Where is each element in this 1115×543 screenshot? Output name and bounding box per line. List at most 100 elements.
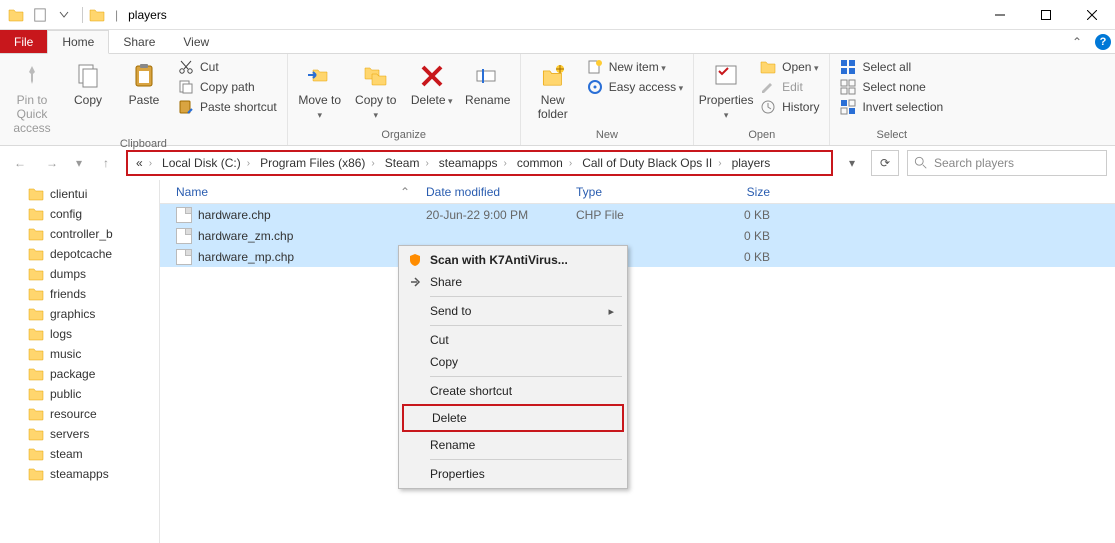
tree-item[interactable]: steamapps: [0, 464, 159, 484]
cm-rename[interactable]: Rename: [402, 434, 624, 456]
copy-path-icon: [178, 79, 194, 95]
collapse-ribbon-button[interactable]: ⌃: [1063, 30, 1091, 53]
edit-button[interactable]: Edit: [756, 78, 823, 96]
cut-button[interactable]: Cut: [174, 58, 281, 76]
paste-shortcut-icon: [178, 99, 194, 115]
delete-x-icon: [419, 60, 445, 92]
tab-view[interactable]: View: [169, 30, 223, 53]
tree-item[interactable]: servers: [0, 424, 159, 444]
select-all-button[interactable]: Select all: [836, 58, 947, 76]
tree-item[interactable]: friends: [0, 284, 159, 304]
cm-copy[interactable]: Copy: [402, 351, 624, 373]
tree-item[interactable]: steam: [0, 444, 159, 464]
cm-send-to[interactable]: Send to: [402, 300, 624, 322]
breadcrumb-item[interactable]: Steam›: [381, 156, 433, 170]
copy-to-button[interactable]: Copy to: [350, 58, 402, 124]
column-name[interactable]: Name ⌃: [168, 185, 418, 199]
cm-delete[interactable]: Delete: [404, 406, 622, 430]
folder-icon: [28, 426, 44, 442]
tab-file[interactable]: File: [0, 30, 47, 53]
folder-icon: [28, 446, 44, 462]
file-icon: [176, 249, 192, 265]
up-button[interactable]: ↑: [94, 151, 118, 175]
copy-button[interactable]: Copy: [62, 58, 114, 110]
cm-separator: [430, 296, 622, 297]
tree-item[interactable]: clientui: [0, 184, 159, 204]
breadcrumb-item[interactable]: players: [728, 156, 775, 170]
breadcrumb-overflow[interactable]: « ›: [132, 156, 156, 170]
cm-properties[interactable]: Properties: [402, 463, 624, 485]
tab-home[interactable]: Home: [47, 30, 109, 54]
tree-item[interactable]: public: [0, 384, 159, 404]
cm-scan[interactable]: Scan with K7AntiVirus...: [402, 249, 624, 271]
tree-item[interactable]: depotcache: [0, 244, 159, 264]
qat-button-2[interactable]: [53, 4, 75, 26]
address-dropdown[interactable]: ▾: [841, 152, 863, 174]
group-label-new: New: [527, 128, 687, 143]
tab-share[interactable]: Share: [109, 30, 169, 53]
tree-item[interactable]: graphics: [0, 304, 159, 324]
tree-item[interactable]: controller_b: [0, 224, 159, 244]
search-input[interactable]: [934, 156, 1100, 170]
address-bar[interactable]: « › Local Disk (C:)› Program Files (x86)…: [126, 150, 833, 176]
back-button[interactable]: ←: [8, 151, 32, 175]
column-size[interactable]: Size: [688, 185, 778, 199]
recent-locations-button[interactable]: ▾: [72, 151, 86, 175]
column-type[interactable]: Type: [568, 185, 688, 199]
group-select: Select all Select none Invert selection …: [830, 54, 953, 145]
breadcrumb-item[interactable]: Call of Duty Black Ops II›: [578, 156, 725, 170]
qat-button-1[interactable]: [29, 4, 51, 26]
folder-icon: [28, 266, 44, 282]
select-none-button[interactable]: Select none: [836, 78, 947, 96]
tree-item[interactable]: music: [0, 344, 159, 364]
new-folder-button[interactable]: New folder: [527, 58, 579, 124]
close-button[interactable]: [1069, 0, 1115, 30]
paste-button[interactable]: Paste: [118, 58, 170, 110]
cm-share[interactable]: Share: [402, 271, 624, 293]
sidebar-tree[interactable]: clientui config controller_b depotcache …: [0, 180, 160, 543]
invert-selection-icon: [840, 99, 856, 115]
open-button[interactable]: Open: [756, 58, 823, 76]
invert-selection-button[interactable]: Invert selection: [836, 98, 947, 116]
easy-access-button[interactable]: Easy access: [583, 78, 687, 96]
file-row[interactable]: hardware_mp.chp 0 KB: [160, 246, 1115, 267]
tree-item[interactable]: dumps: [0, 264, 159, 284]
cm-cut[interactable]: Cut: [402, 329, 624, 351]
paste-shortcut-button[interactable]: Paste shortcut: [174, 98, 281, 116]
minimize-button[interactable]: [977, 0, 1023, 30]
breadcrumb-item[interactable]: common›: [513, 156, 576, 170]
move-to-button[interactable]: Move to: [294, 58, 346, 124]
cm-create-shortcut[interactable]: Create shortcut: [402, 380, 624, 402]
copy-path-button[interactable]: Copy path: [174, 78, 281, 96]
breadcrumb-item[interactable]: Program Files (x86)›: [256, 156, 379, 170]
easy-access-icon: [587, 79, 603, 95]
file-row[interactable]: hardware_zm.chp 0 KB: [160, 225, 1115, 246]
properties-button[interactable]: Properties: [700, 58, 752, 124]
tree-item[interactable]: logs: [0, 324, 159, 344]
tree-item[interactable]: config: [0, 204, 159, 224]
breadcrumb-item[interactable]: steamapps›: [435, 156, 511, 170]
refresh-button[interactable]: ⟳: [871, 150, 899, 176]
column-headers[interactable]: Name ⌃ Date modified Type Size: [160, 180, 1115, 204]
cm-delete-highlight: Delete: [402, 404, 624, 432]
new-item-button[interactable]: New item: [583, 58, 687, 76]
folder-icon: [8, 7, 24, 23]
group-new: New folder New item Easy access New: [521, 54, 694, 145]
delete-button[interactable]: Delete: [406, 58, 458, 110]
pin-to-quick-access-button[interactable]: Pin to Quick access: [6, 58, 58, 137]
column-date[interactable]: Date modified: [418, 185, 568, 199]
search-box[interactable]: [907, 150, 1107, 176]
tree-item[interactable]: resource: [0, 404, 159, 424]
select-none-icon: [840, 79, 856, 95]
maximize-button[interactable]: [1023, 0, 1069, 30]
folder-icon: [28, 186, 44, 202]
breadcrumb-item[interactable]: Local Disk (C:)›: [158, 156, 254, 170]
file-list-pane[interactable]: Name ⌃ Date modified Type Size hardware.…: [160, 180, 1115, 543]
help-button[interactable]: ?: [1091, 30, 1115, 53]
tree-item[interactable]: package: [0, 364, 159, 384]
history-button[interactable]: History: [756, 98, 823, 116]
file-row[interactable]: hardware.chp 20-Jun-22 9:00 PM CHP File …: [160, 204, 1115, 225]
ribbon-tabs: File Home Share View ⌃ ?: [0, 30, 1115, 54]
rename-button[interactable]: Rename: [462, 58, 514, 110]
forward-button[interactable]: →: [40, 151, 64, 175]
